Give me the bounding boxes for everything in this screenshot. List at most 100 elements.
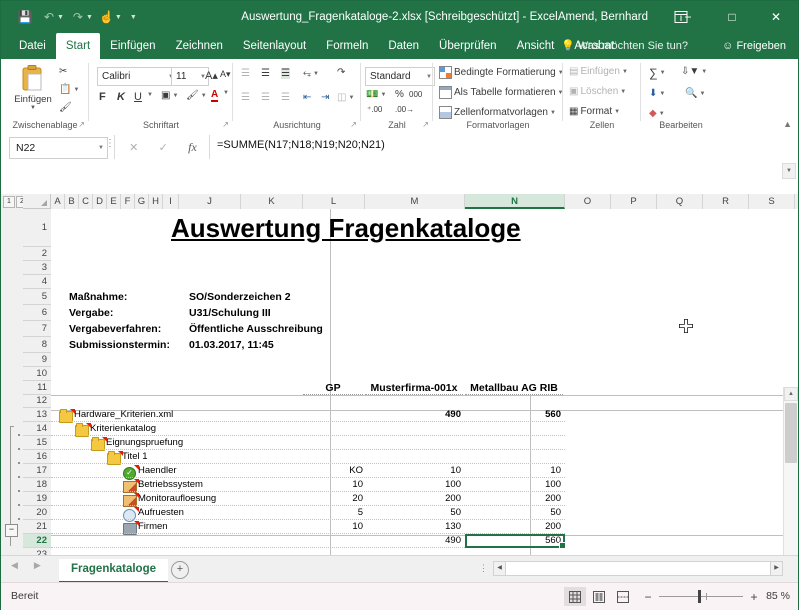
column-header-c[interactable]: C xyxy=(79,194,93,209)
number-format-select[interactable]: Standard ▼ xyxy=(365,67,435,86)
column-header-e[interactable]: E xyxy=(107,194,121,209)
row-header-5[interactable]: 5 xyxy=(23,289,51,305)
align-middle-button[interactable]: ☰ xyxy=(261,68,270,79)
comma-style-button[interactable]: 000 xyxy=(409,90,422,99)
zoom-thumb[interactable] xyxy=(697,590,701,603)
align-bottom-button[interactable]: ☰ xyxy=(281,68,290,79)
scroll-up-button[interactable]: ▲ xyxy=(784,387,798,401)
tab-einfuegen[interactable]: Einfügen xyxy=(100,33,165,59)
add-sheet-button[interactable]: + xyxy=(171,561,189,579)
increase-font-size-button[interactable]: A▴ xyxy=(205,69,218,82)
row-header-20[interactable]: 20 xyxy=(23,506,51,520)
row-header-23[interactable]: 23 xyxy=(23,548,51,555)
chevron-down-icon[interactable]: ▼ xyxy=(659,91,665,97)
column-header-l[interactable]: L xyxy=(303,194,365,209)
font-name-select[interactable]: Calibri▼ xyxy=(97,67,177,86)
currency-dropdown-icon[interactable]: ▼ xyxy=(380,92,386,98)
formula-bar-expand-button[interactable]: ▼ xyxy=(782,163,796,179)
outline-level-1-button[interactable]: 1 xyxy=(3,196,15,208)
increase-decimal-button[interactable]: ⁺.00 xyxy=(367,105,382,114)
format-cells-button[interactable]: ▦ Format ▼ xyxy=(569,106,620,117)
row-header-13[interactable]: 13 xyxy=(23,408,51,422)
alignment-dialog-launcher[interactable]: ↗ xyxy=(350,120,357,129)
row-header-4[interactable]: 4 xyxy=(23,275,51,289)
copy-button[interactable]: 📋 ▼ xyxy=(59,84,79,95)
column-header-i[interactable]: I xyxy=(163,194,179,209)
zoom-in-button[interactable]: + xyxy=(747,590,761,604)
copy-dropdown-icon[interactable]: ▼ xyxy=(73,87,79,93)
tab-start[interactable]: Start xyxy=(55,33,101,59)
column-header-q[interactable]: Q xyxy=(657,194,703,209)
decrease-font-size-button[interactable]: A▾ xyxy=(220,69,231,80)
font-dialog-launcher[interactable]: ↗ xyxy=(222,120,229,129)
column-header-m[interactable]: M xyxy=(365,194,465,209)
column-header-t[interactable]: T xyxy=(795,194,798,209)
tell-me-box[interactable]: 💡 Was möchten Sie tun? xyxy=(561,33,688,59)
chevron-down-icon[interactable]: ▼ xyxy=(98,145,104,151)
chevron-down-icon[interactable]: ▼ xyxy=(701,69,707,75)
row-header-22[interactable]: 22 xyxy=(23,534,51,548)
tab-daten[interactable]: Daten xyxy=(378,33,429,59)
number-dialog-launcher[interactable]: ↗ xyxy=(422,120,429,129)
fill-color-dropdown-icon[interactable]: ▼ xyxy=(201,93,207,99)
underline-dropdown-icon[interactable]: ▼ xyxy=(147,92,153,98)
fill-button[interactable]: ⬇ ▼ xyxy=(649,88,665,99)
hscroll-left-button[interactable]: ◀ xyxy=(493,561,506,576)
wrap-text-button[interactable]: ↷ xyxy=(337,67,345,78)
chevron-down-icon[interactable]: ▼ xyxy=(550,110,556,116)
column-header-d[interactable]: D xyxy=(93,194,107,209)
select-all-button[interactable] xyxy=(23,194,51,209)
account-name[interactable]: Amend, Bernhard xyxy=(558,1,648,33)
column-header-r[interactable]: R xyxy=(703,194,749,209)
zoom-out-button[interactable]: − xyxy=(641,590,655,604)
normal-view-button[interactable] xyxy=(564,587,586,606)
outline-collapse-button[interactable]: − xyxy=(5,524,18,537)
paste-dropdown-icon[interactable]: ▼ xyxy=(30,105,36,111)
sort-filter-button[interactable]: ⇩▼ ▼ xyxy=(681,66,707,77)
bold-button[interactable]: F xyxy=(99,91,106,103)
paste-button[interactable]: Einfügen ▼ xyxy=(7,65,59,111)
fill-color-button[interactable]: 🖌 ▼ xyxy=(186,90,207,101)
row-header-2[interactable]: 2 xyxy=(23,247,51,261)
next-sheet-icon[interactable]: ▶ xyxy=(34,560,41,571)
chevron-down-icon[interactable]: ▼ xyxy=(622,69,628,75)
cut-button[interactable]: ✂ xyxy=(59,66,67,77)
align-center-button[interactable]: ☰ xyxy=(261,92,270,103)
conditional-formatting-button[interactable]: Bedingte Formatierung ▼ xyxy=(439,66,564,79)
tab-seitenlayout[interactable]: Seitenlayout xyxy=(233,33,316,59)
merge-cells-button[interactable]: ◫ ▼ xyxy=(337,92,354,103)
share-button[interactable]: ☺ Freigeben xyxy=(716,36,792,56)
orientation-button[interactable]: ⥆ ▼ xyxy=(303,68,319,79)
row-header-11[interactable]: 11 xyxy=(23,381,51,395)
prev-sheet-icon[interactable]: ◀ xyxy=(11,560,18,571)
autosum-button[interactable]: ∑ ▼ xyxy=(649,66,666,80)
clipboard-dialog-launcher[interactable]: ↗ xyxy=(78,120,85,129)
chevron-down-icon[interactable]: ▼ xyxy=(699,91,705,97)
currency-button[interactable]: 💵 ▼ xyxy=(366,89,386,100)
orientation-dropdown-icon[interactable]: ▼ xyxy=(313,71,319,77)
zoom-track[interactable] xyxy=(659,590,743,603)
column-header-a[interactable]: A xyxy=(51,194,65,209)
column-header-p[interactable]: P xyxy=(611,194,657,209)
format-as-table-button[interactable]: Als Tabelle formatieren ▼ xyxy=(439,86,564,99)
insert-function-icon[interactable]: fx xyxy=(188,140,197,155)
row-header-8[interactable]: 8 xyxy=(23,337,51,353)
formula-input[interactable]: =SUMME(N17;N18;N19;N20;N21) xyxy=(213,135,791,194)
cell-styles-button[interactable]: Zellenformatvorlagen ▼ xyxy=(439,106,556,119)
row-header-7[interactable]: 7 xyxy=(23,321,51,337)
page-layout-view-button[interactable] xyxy=(588,587,610,606)
row-header-21[interactable]: 21 xyxy=(23,520,51,534)
tab-ueberpruefen[interactable]: Überprüfen xyxy=(429,33,507,59)
column-header-o[interactable]: O xyxy=(565,194,611,209)
horizontal-split-handle[interactable]: ⋮ xyxy=(479,563,488,574)
confirm-icon[interactable]: ✓ xyxy=(159,141,168,154)
column-header-h[interactable]: H xyxy=(149,194,163,209)
column-header-g[interactable]: G xyxy=(135,194,149,209)
merge-dropdown-icon[interactable]: ▼ xyxy=(348,95,354,101)
row-header-6[interactable]: 6 xyxy=(23,305,51,321)
row-header-16[interactable]: 16 xyxy=(23,450,51,464)
row-header-17[interactable]: 17 xyxy=(23,464,51,478)
row-header-15[interactable]: 15 xyxy=(23,436,51,450)
row-header-14[interactable]: 14 xyxy=(23,422,51,436)
name-box[interactable]: N22 ▼ xyxy=(9,137,108,159)
